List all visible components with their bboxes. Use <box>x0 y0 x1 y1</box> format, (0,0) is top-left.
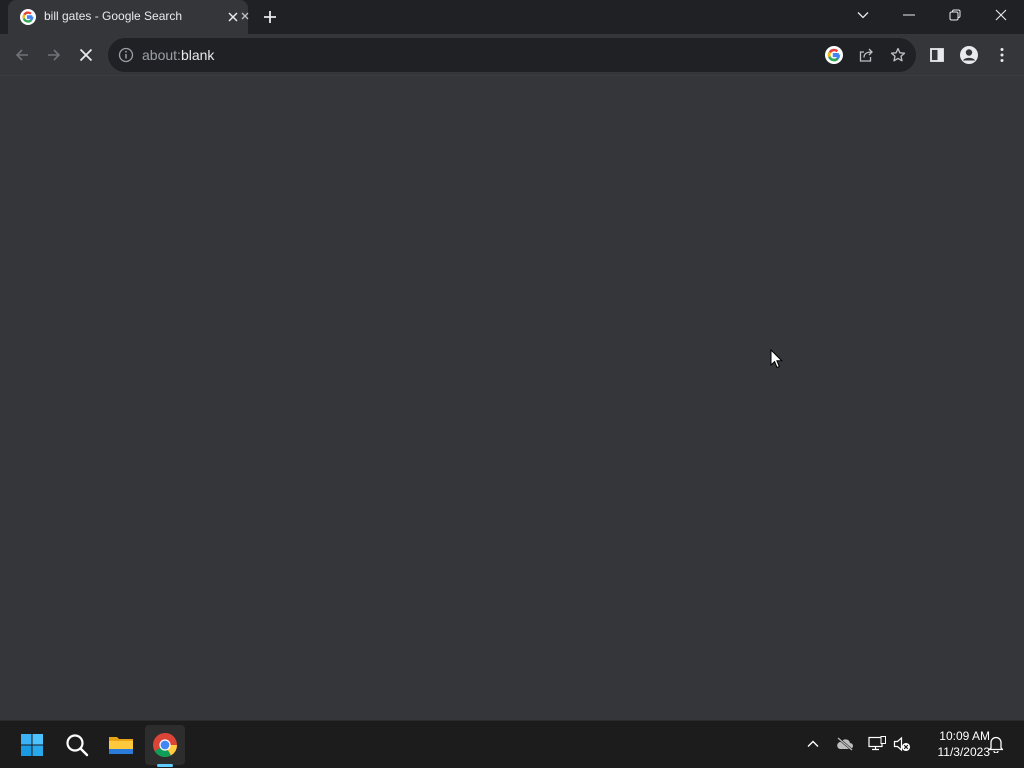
profile-button[interactable] <box>953 39 985 71</box>
file-explorer-icon <box>109 737 133 754</box>
close-icon <box>228 12 238 22</box>
chrome-icon <box>153 733 177 758</box>
close-icon <box>995 9 1007 21</box>
star-icon <box>890 47 906 62</box>
network-button[interactable] <box>866 733 888 755</box>
clock-date: 11/3/2023 <box>937 745 991 759</box>
new-tab-button[interactable] <box>259 6 281 28</box>
close-window-button[interactable] <box>978 0 1024 30</box>
chevron-up-icon <box>807 740 819 747</box>
stop-button[interactable] <box>70 39 102 71</box>
show-hidden-icons-button[interactable] <box>802 733 824 755</box>
forward-button[interactable] <box>38 39 70 71</box>
stop-loading-icon <box>79 48 93 62</box>
minimize-button[interactable] <box>886 0 932 30</box>
clock-time: 10:09 AM <box>939 729 990 743</box>
tab-search-button[interactable] <box>840 0 886 30</box>
page-content <box>0 77 1024 720</box>
taskbar: 10:09 AM 11/3/2023 <box>0 720 1024 768</box>
chevron-down-icon <box>857 12 869 19</box>
browser-toolbar: about:blank <box>0 34 1024 76</box>
onedrive-button[interactable] <box>834 733 856 755</box>
tab-overflow-close[interactable] <box>241 10 249 24</box>
chrome-taskbar-button[interactable] <box>145 725 185 765</box>
file-explorer-button[interactable] <box>101 725 141 765</box>
share-button[interactable] <box>853 42 879 68</box>
mouse-pointer-icon <box>770 349 784 369</box>
taskbar-search-button[interactable] <box>57 725 97 765</box>
minimize-icon <box>903 14 915 16</box>
tab-active[interactable]: bill gates - Google Search <box>8 0 248 34</box>
share-icon <box>859 48 873 62</box>
arrow-right-icon <box>48 49 61 61</box>
onedrive-offline-icon <box>837 737 853 751</box>
bell-icon <box>988 736 1004 753</box>
arrow-left-icon <box>15 49 28 61</box>
active-app-indicator <box>157 764 173 767</box>
address-text[interactable]: about:blank <box>142 47 214 63</box>
address-scheme: about: <box>142 47 181 63</box>
tab-close-button[interactable] <box>225 9 241 25</box>
tab-strip: bill gates - Google Search <box>0 0 1024 34</box>
profile-icon <box>960 46 978 64</box>
search-icon <box>66 734 89 757</box>
restore-icon <box>949 9 961 21</box>
windows-start-icon <box>21 734 43 756</box>
volume-muted-icon <box>893 736 910 752</box>
side-panel-icon <box>930 48 944 62</box>
browser-menu-button[interactable] <box>986 39 1018 71</box>
info-icon[interactable] <box>118 47 134 63</box>
google-lens-button[interactable] <box>821 42 847 68</box>
tab-title: bill gates - Google Search <box>44 9 183 23</box>
start-button[interactable] <box>12 725 52 765</box>
system-clock[interactable]: 10:09 AM 11/3/2023 <box>918 728 991 760</box>
notifications-button[interactable] <box>985 733 1007 755</box>
address-bar[interactable]: about:blank <box>108 38 916 72</box>
back-button[interactable] <box>6 39 38 71</box>
volume-button[interactable] <box>891 733 913 755</box>
network-icon <box>868 736 886 751</box>
kebab-menu-icon <box>1000 48 1004 62</box>
plus-icon <box>264 11 276 23</box>
bookmark-button[interactable] <box>885 42 911 68</box>
close-icon <box>241 12 249 20</box>
google-g-icon <box>825 46 843 64</box>
address-host: blank <box>180 47 215 63</box>
restore-button[interactable] <box>932 0 978 30</box>
google-g-icon <box>20 9 36 25</box>
side-panel-button[interactable] <box>921 39 953 71</box>
